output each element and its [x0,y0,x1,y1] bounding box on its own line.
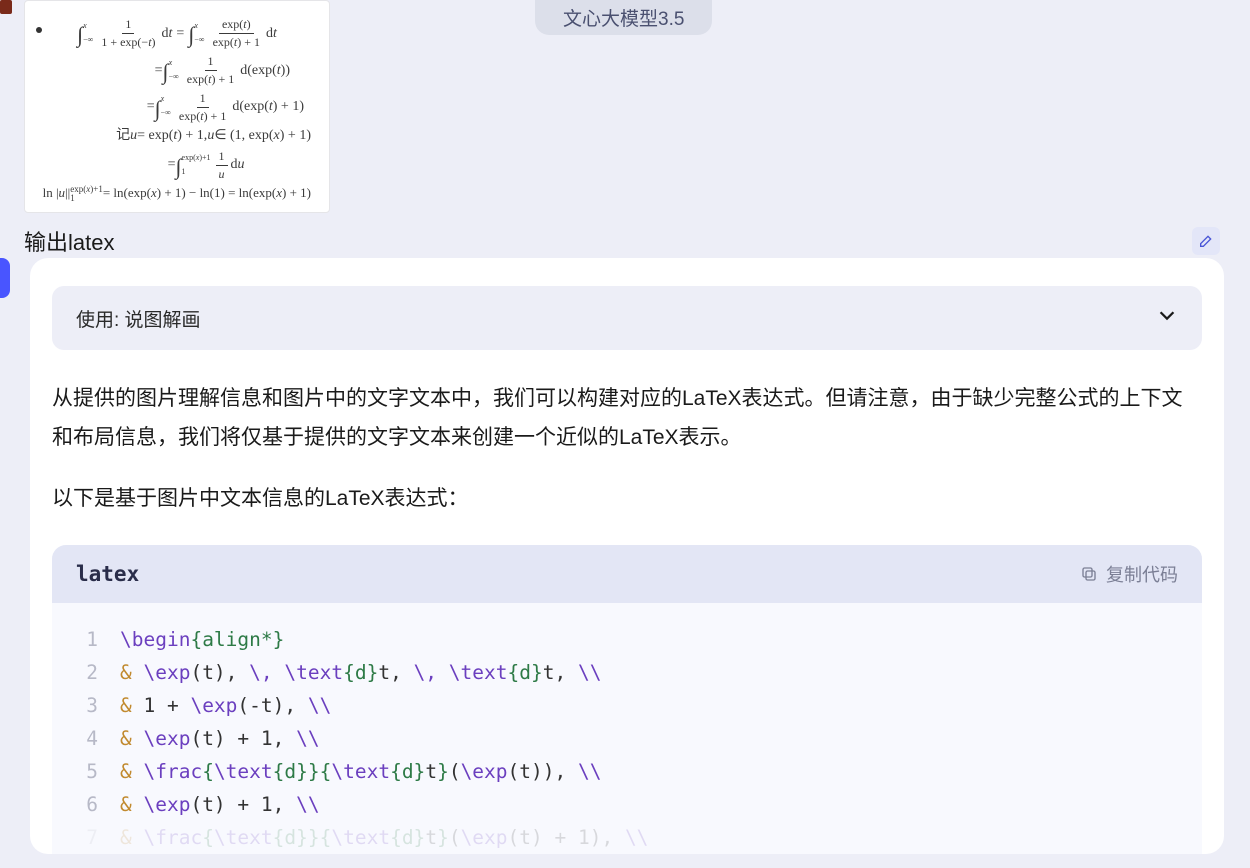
code-line: 6 & \exp(t) + 1, \\ [70,788,1184,821]
user-avatar [0,0,12,14]
code-content: & \exp(t), \, \text{d}t, \, \text{d}t, \… [120,661,601,684]
edit-prompt-button[interactable] [1192,227,1220,255]
code-content: & 1 + \exp(-t), \\ [120,694,331,717]
code-body[interactable]: 1 \begin{align*} 2 & \exp(t), \, \text{d}t,… [52,603,1202,854]
assistant-indicator [0,258,10,298]
code-language-label: latex [76,562,139,586]
user-message: ∫x−∞ 11 + exp(−t) dt = ∫x−∞ exp(t)exp(t)… [24,0,1224,257]
code-line: 5 & \frac{\text{d}}{\text{d}t}(\exp(t)), … [70,755,1184,788]
line-number: 1 [70,628,98,651]
line-number: 3 [70,694,98,717]
code-line: 1 \begin{align*} [70,623,1184,656]
line-number: 7 [70,826,98,849]
line-number: 2 [70,661,98,684]
code-line: 4 & \exp(t) + 1, \\ [70,722,1184,755]
line-number: 6 [70,793,98,816]
tool-accordion[interactable]: 使用: 说图解画 [52,286,1202,350]
code-block: latex 复制代码 1 \begin{align*} 2 & \exp(t), \,… [52,545,1202,854]
copy-code-button[interactable]: 复制代码 [1080,561,1178,587]
pencil-icon [1198,233,1214,249]
code-line: 2 & \exp(t), \, \text{d}t, \, \text{d}t, … [70,656,1184,689]
line-number: 4 [70,727,98,750]
assistant-paragraph: 从提供的图片理解信息和图片中的文字文本中，我们可以构建对应的LaTeX表达式。但… [52,380,1202,458]
chevron-down-icon [1156,304,1178,332]
assistant-message: 使用: 说图解画 从提供的图片理解信息和图片中的文字文本中，我们可以构建对应的L… [30,258,1224,854]
assistant-paragraph: 以下是基于图片中文本信息的LaTeX表达式： [52,480,1202,519]
user-prompt-text: 输出latex [24,225,114,257]
copy-icon [1080,565,1098,583]
code-line: 7 & \frac{\text{d}}{\text{d}t}(\exp(t) + … [70,821,1184,854]
code-content: & \frac{\text{d}}{\text{d}t}(\exp(t)), \… [120,760,601,783]
code-content: & \exp(t) + 1, \\ [120,793,320,816]
code-content: & \frac{\text{d}}{\text{d}t}(\exp(t) + 1… [120,826,648,849]
code-content: & \exp(t) + 1, \\ [120,727,320,750]
copy-code-label: 复制代码 [1106,561,1178,587]
line-number: 5 [70,760,98,783]
attached-image-math[interactable]: ∫x−∞ 11 + exp(−t) dt = ∫x−∞ exp(t)exp(t)… [24,0,330,213]
bullet-icon [36,27,42,33]
code-content: \begin{align*} [120,628,284,651]
assistant-body: 从提供的图片理解信息和图片中的文字文本中，我们可以构建对应的LaTeX表达式。但… [52,380,1202,519]
code-line: 3 & 1 + \exp(-t), \\ [70,689,1184,722]
accordion-label: 使用: 说图解画 [76,305,201,332]
